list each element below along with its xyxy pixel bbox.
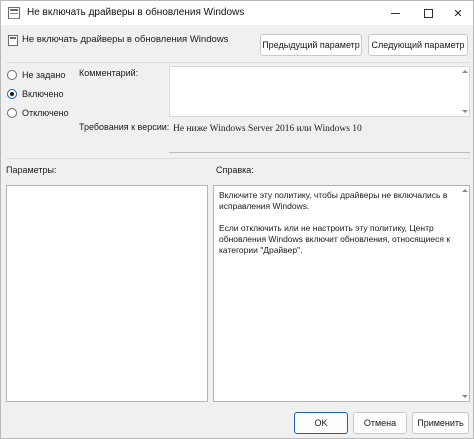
cancel-button[interactable]: Отмена — [353, 412, 407, 434]
title-bar: Не включать драйверы в обновления Window… — [1, 1, 473, 25]
setting-icon — [8, 35, 18, 46]
help-text: Включите эту политику, чтобы драйверы не… — [219, 190, 455, 267]
scroll-up-arrow-icon[interactable] — [462, 70, 468, 73]
section-divider — [6, 158, 470, 159]
window-title: Не включать драйверы в обновления Window… — [27, 7, 245, 18]
help-scrollbar[interactable] — [461, 187, 468, 400]
options-label: Параметры: — [6, 165, 57, 175]
maximize-button[interactable] — [413, 1, 443, 25]
ok-button[interactable]: OK — [294, 412, 348, 434]
radio-label: Не задано — [22, 70, 66, 80]
supported-on-field: Не ниже Windows Server 2016 или Windows … — [169, 120, 470, 153]
apply-button[interactable]: Применить — [412, 412, 469, 434]
close-button[interactable]: ✕ — [443, 1, 473, 25]
supported-on-value: Не ниже Windows Server 2016 или Windows … — [173, 124, 362, 134]
comment-scrollbar[interactable] — [462, 68, 468, 115]
previous-setting-button[interactable]: Предыдущий параметр — [260, 34, 362, 56]
comment-field[interactable] — [169, 66, 470, 117]
help-panel[interactable]: Включите эту политику, чтобы драйверы не… — [213, 185, 470, 402]
maximize-icon — [423, 8, 433, 18]
setting-title: Не включать драйверы в обновления Window… — [22, 34, 229, 45]
minimize-icon — [390, 12, 400, 14]
policy-icon — [8, 7, 20, 19]
radio-not-configured[interactable]: Не задано — [7, 70, 65, 80]
radio-enabled[interactable]: Включено — [7, 89, 64, 99]
policy-dialog: Не включать драйверы в обновления Window… — [0, 0, 474, 439]
radio-disabled[interactable]: Отключено — [7, 108, 69, 118]
radio-label: Отключено — [22, 108, 69, 118]
radio-circle-checked[interactable] — [7, 89, 17, 99]
radio-label: Включено — [22, 89, 64, 99]
help-label: Справка: — [216, 165, 254, 175]
radio-circle[interactable] — [7, 108, 17, 118]
scroll-up-arrow-icon[interactable] — [462, 189, 468, 192]
minimize-button[interactable] — [380, 1, 410, 25]
close-icon: ✕ — [453, 7, 463, 20]
help-paragraph: Если отключить или не настроить эту поли… — [219, 223, 451, 255]
comment-label: Комментарий: — [79, 68, 139, 78]
help-paragraph: Включите эту политику, чтобы драйверы не… — [219, 190, 448, 211]
scroll-down-arrow-icon[interactable] — [462, 395, 468, 398]
options-panel — [6, 185, 208, 402]
next-setting-button[interactable]: Следующий параметр — [368, 34, 468, 56]
supported-on-label: Требования к версии: — [79, 122, 170, 132]
radio-circle[interactable] — [7, 70, 17, 80]
scroll-down-arrow-icon[interactable] — [462, 110, 468, 113]
header-divider — [6, 62, 470, 63]
